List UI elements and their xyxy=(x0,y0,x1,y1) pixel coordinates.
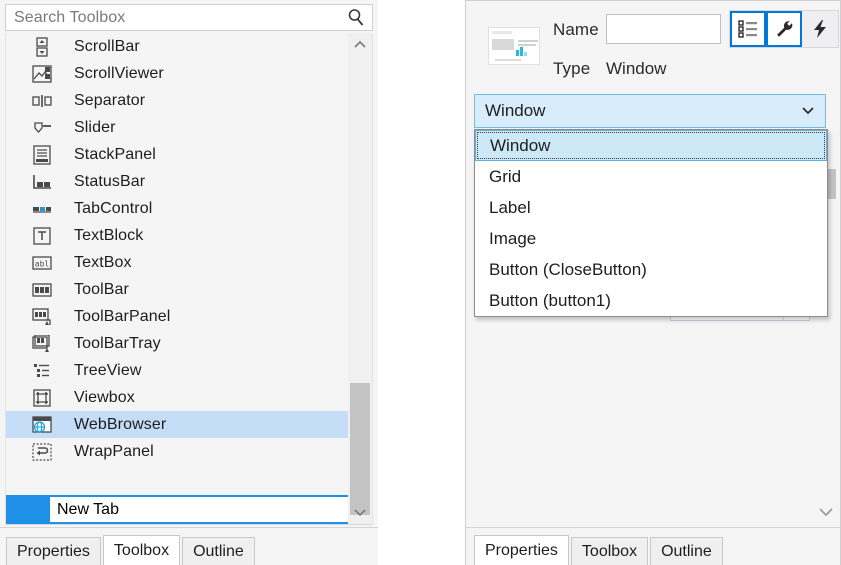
toolbox-scrollbar[interactable] xyxy=(348,33,372,524)
toolbox-item[interactable]: ScrollBar xyxy=(6,33,350,60)
toolbartray-icon xyxy=(30,333,54,355)
slider-icon xyxy=(30,117,54,139)
toolbox-item[interactable]: StatusBar xyxy=(6,168,350,195)
viewbox-icon xyxy=(30,387,54,409)
search-icon xyxy=(342,5,372,30)
toolbox-item-label: ToolBar xyxy=(74,280,129,298)
tab-outline[interactable]: Outline xyxy=(182,537,255,565)
toolbox-item-label: ToolBarPanel xyxy=(74,307,171,325)
new-tab-input[interactable]: New Tab xyxy=(48,495,350,524)
toolbox-item-label: TreeView xyxy=(74,361,142,379)
wrench-icon[interactable] xyxy=(766,11,802,47)
toolbox-item[interactable]: WebBrowser xyxy=(6,411,350,438)
toolbox-item-label: StackPanel xyxy=(74,145,156,163)
toolbox-item[interactable]: StackPanel xyxy=(6,141,350,168)
toolbox-items: ScrollBar ScrollViewer Separator Slider … xyxy=(6,33,350,465)
properties-header: Name Type Window xyxy=(466,1,840,89)
dropdown-item[interactable]: Button (CloseButton) xyxy=(475,254,827,285)
stackpanel-icon xyxy=(30,144,54,166)
toolbox-item[interactable]: ScrollViewer xyxy=(6,60,350,87)
scroll-up-icon[interactable] xyxy=(348,33,372,57)
dropdown-item[interactable]: Window xyxy=(475,130,827,161)
type-label: Type xyxy=(553,59,591,78)
properties-panel: Name Type Window Window Window Grid Labe… xyxy=(465,0,841,565)
scroll-down-icon[interactable] xyxy=(348,500,372,524)
toolbox-item[interactable]: abl TextBox xyxy=(6,249,350,276)
dropdown-item[interactable]: Grid xyxy=(475,161,827,192)
textblock-icon xyxy=(30,225,54,247)
toolbar-icon xyxy=(30,279,54,301)
new-tab-color-block xyxy=(6,495,48,524)
scroll-down-icon[interactable] xyxy=(814,499,838,523)
toolbox-item-label: TextBlock xyxy=(74,226,144,244)
textbox-icon: abl xyxy=(30,252,54,274)
toolbox-item[interactable]: TextBlock xyxy=(6,222,350,249)
toolbox-item[interactable]: ToolBarPanel xyxy=(6,303,350,330)
name-field[interactable] xyxy=(606,14,721,44)
toolbox-item-label: TabControl xyxy=(74,199,153,217)
scrollbar-thumb[interactable] xyxy=(350,383,370,515)
lightning-bolt-icon[interactable] xyxy=(802,11,838,47)
toolbox-item[interactable]: TreeView xyxy=(6,357,350,384)
search-input-placeholder: Search Toolbox xyxy=(14,8,126,26)
wrappanel-icon xyxy=(30,441,54,463)
toolbarpanel-icon xyxy=(30,306,54,328)
element-selector-combobox[interactable]: Window xyxy=(474,94,826,128)
toolbox-item-label: WrapPanel xyxy=(74,442,154,460)
toolbox-item-label: Separator xyxy=(74,91,146,109)
tab-toolbox[interactable]: Toolbox xyxy=(102,535,181,565)
statusbar-icon xyxy=(30,171,54,193)
toolbox-item[interactable]: Slider xyxy=(6,114,350,141)
scrollbar-icon xyxy=(30,36,54,58)
scrollviewer-icon xyxy=(30,63,54,85)
type-value: Window xyxy=(606,59,667,78)
dropdown-item[interactable]: Label xyxy=(475,192,827,223)
toolbox-item-label: ToolBarTray xyxy=(74,334,161,352)
toolbox-item[interactable]: Viewbox xyxy=(6,384,350,411)
toolbox-item-label: ScrollBar xyxy=(74,37,140,55)
toolbox-item[interactable]: Separator xyxy=(6,87,350,114)
tab-toolbox[interactable]: Toolbox xyxy=(570,537,649,565)
new-tab-row[interactable]: New Tab xyxy=(6,495,350,524)
separator-icon xyxy=(30,90,54,112)
tab-outline[interactable]: Outline xyxy=(650,537,723,565)
toolbox-list[interactable]: ScrollBar ScrollViewer Separator Slider … xyxy=(5,33,373,525)
dropdown-item[interactable]: Image xyxy=(475,223,827,254)
name-label: Name xyxy=(553,20,599,39)
element-preview-thumbnail xyxy=(488,27,540,65)
properties-toolbar xyxy=(729,10,839,48)
toolbox-item-label: StatusBar xyxy=(74,172,146,190)
toolbox-item[interactable]: ToolBar xyxy=(6,276,350,303)
toolbox-item-label: Viewbox xyxy=(74,388,135,406)
toolbox-tab-strip: Properties Toolbox Outline xyxy=(0,527,378,565)
chevron-down-icon xyxy=(801,102,815,120)
svg-text:abl: abl xyxy=(35,259,50,268)
element-dropdown-list[interactable]: Window Grid Label Image Button (CloseButton)… xyxy=(474,129,828,317)
toolbox-panel: Search Toolbox ScrollBar ScrollViewer Se… xyxy=(0,0,378,565)
tab-properties[interactable]: Properties xyxy=(474,535,569,565)
toolbox-item-label: ScrollViewer xyxy=(74,64,164,82)
toolbox-item[interactable]: ToolBarTray xyxy=(6,330,350,357)
toolbox-item-label: TextBox xyxy=(74,253,132,271)
toolbox-item-label: WebBrowser xyxy=(74,415,167,433)
webbrowser-icon xyxy=(30,414,54,436)
toolbox-item-label: Slider xyxy=(74,118,116,136)
toolbox-item[interactable]: TabControl xyxy=(6,195,350,222)
designer-window: Search Toolbox ScrollBar ScrollViewer Se… xyxy=(0,0,841,565)
toolbox-item[interactable]: WrapPanel xyxy=(6,438,350,465)
search-input[interactable]: Search Toolbox xyxy=(5,4,373,31)
dropdown-item[interactable]: Button (button1) xyxy=(475,285,827,316)
category-list-icon[interactable] xyxy=(730,11,766,47)
combobox-value: Window xyxy=(485,101,546,120)
properties-tab-strip: Properties Toolbox Outline xyxy=(466,527,840,565)
treeview-icon xyxy=(30,360,54,382)
tabcontrol-icon xyxy=(30,198,54,220)
tab-properties[interactable]: Properties xyxy=(6,537,101,565)
